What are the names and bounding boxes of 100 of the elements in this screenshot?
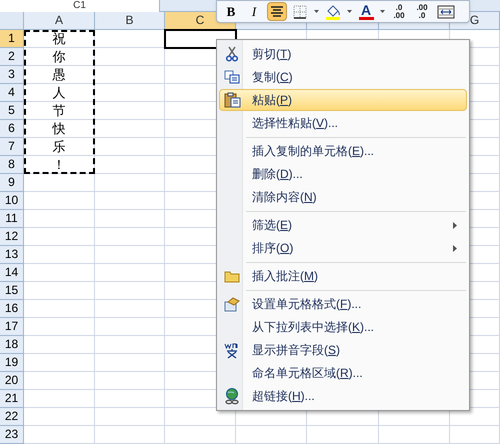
name-box[interactable]: C1 — [0, 0, 160, 12]
row-header[interactable]: 9 — [0, 174, 24, 192]
menu-item[interactable]: 粘贴(P) — [219, 89, 467, 111]
row-header[interactable]: 3 — [0, 66, 24, 84]
menu-item[interactable]: 显示拼音字段(S) — [219, 339, 467, 361]
table-cell[interactable]: 人 — [24, 84, 95, 102]
grid-cell[interactable] — [24, 426, 95, 444]
table-cell[interactable]: 愚 — [24, 66, 95, 84]
row-header[interactable]: 4 — [0, 84, 24, 102]
column-header[interactable]: B — [95, 12, 165, 30]
menu-item[interactable]: 排序(O) — [219, 237, 467, 259]
menu-item[interactable]: 筛选(E) — [219, 209, 467, 236]
table-cell[interactable]: 祝 — [24, 30, 95, 48]
color-bar — [358, 16, 374, 20]
table-cell[interactable]: 快 — [24, 120, 95, 138]
row-header[interactable]: 20 — [0, 372, 24, 390]
grid-cell[interactable] — [165, 426, 236, 444]
menu-item[interactable]: 超链接(H)... — [219, 385, 467, 407]
grid-cell[interactable] — [95, 300, 165, 318]
menu-item[interactable]: 剪切(T) — [219, 43, 467, 65]
menu-item[interactable]: 命名单元格区域(R)... — [219, 362, 467, 384]
grid-cell[interactable] — [450, 426, 500, 444]
decrease-decimal-button[interactable]: .00 .0 — [412, 2, 432, 21]
menu-item[interactable]: 删除(D)... — [219, 163, 467, 185]
row-header[interactable]: 6 — [0, 120, 24, 138]
grid-cell[interactable] — [95, 102, 165, 120]
grid-cell[interactable] — [95, 246, 165, 264]
grid-cell[interactable] — [95, 336, 165, 354]
increase-decimal-button[interactable]: .0 .00 — [389, 2, 409, 21]
row-header[interactable]: 23 — [0, 426, 24, 444]
font-color-button[interactable]: A — [356, 2, 376, 21]
menu-item[interactable]: 复制(C) — [219, 66, 467, 88]
table-cell[interactable]: ！ — [24, 156, 95, 174]
active-cell[interactable] — [165, 30, 236, 48]
table-cell[interactable]: 乐 — [24, 138, 95, 156]
grid-cell[interactable] — [95, 210, 165, 228]
menu-item[interactable]: 从下拉列表中选择(K)... — [219, 316, 467, 338]
grid-cell[interactable] — [95, 282, 165, 300]
grid-cell[interactable] — [95, 156, 165, 174]
row-header[interactable]: 10 — [0, 192, 24, 210]
grid-cell[interactable] — [95, 228, 165, 246]
grid-cell[interactable] — [24, 318, 95, 336]
select-all-corner[interactable] — [0, 12, 24, 30]
grid-cell[interactable] — [95, 138, 165, 156]
grid-cell[interactable] — [95, 354, 165, 372]
grid-cell[interactable] — [24, 282, 95, 300]
grid-cell[interactable] — [95, 426, 165, 444]
row-header[interactable]: 16 — [0, 300, 24, 318]
row-header[interactable]: 11 — [0, 210, 24, 228]
grid-cell[interactable] — [95, 84, 165, 102]
grid-cell[interactable] — [95, 408, 165, 426]
italic-button[interactable]: I — [244, 2, 264, 21]
row-header[interactable]: 21 — [0, 390, 24, 408]
row-header[interactable]: 12 — [0, 228, 24, 246]
grid-cell[interactable] — [24, 408, 95, 426]
row-header[interactable]: 5 — [0, 102, 24, 120]
row-header[interactable]: 18 — [0, 336, 24, 354]
menu-item[interactable]: 插入复制的单元格(E)... — [219, 135, 467, 162]
grid-cell[interactable] — [24, 264, 95, 282]
grid-cell[interactable] — [24, 228, 95, 246]
menu-item[interactable]: 插入批注(M) — [219, 260, 467, 287]
grid-cell[interactable] — [95, 192, 165, 210]
grid-cell[interactable] — [24, 210, 95, 228]
grid-cell[interactable] — [24, 192, 95, 210]
row-header[interactable]: 15 — [0, 282, 24, 300]
align-center-button[interactable] — [267, 2, 287, 21]
row-header[interactable]: 22 — [0, 408, 24, 426]
grid-cell[interactable] — [24, 390, 95, 408]
grid-cell[interactable] — [95, 264, 165, 282]
row-header[interactable]: 14 — [0, 264, 24, 282]
table-cell[interactable]: 节 — [24, 102, 95, 120]
grid-cell[interactable] — [95, 372, 165, 390]
grid-cell[interactable] — [236, 426, 307, 444]
grid-cell[interactable] — [307, 426, 379, 444]
grid-cell[interactable] — [95, 66, 165, 84]
row-header[interactable]: 7 — [0, 138, 24, 156]
grid-cell[interactable] — [379, 426, 450, 444]
paint-bucket-icon — [325, 4, 341, 20]
row-header[interactable]: 19 — [0, 354, 24, 372]
grid-cell[interactable] — [95, 174, 165, 192]
grid-cell[interactable] — [95, 120, 165, 138]
row-header[interactable]: 17 — [0, 318, 24, 336]
table-cell[interactable]: 你 — [24, 48, 95, 66]
row-header[interactable]: 2 — [0, 48, 24, 66]
grid-cell[interactable] — [24, 354, 95, 372]
grid-cell[interactable] — [95, 318, 165, 336]
menu-item[interactable]: 设置单元格格式(F)... — [219, 288, 467, 315]
column-header[interactable]: A — [24, 12, 95, 30]
grid-cell[interactable] — [24, 174, 95, 192]
row-header[interactable]: 8 — [0, 156, 24, 174]
row-header[interactable]: 1 — [0, 30, 24, 48]
grid-cell[interactable] — [24, 336, 95, 354]
grid-cell[interactable] — [24, 372, 95, 390]
row-header[interactable]: 13 — [0, 246, 24, 264]
grid-cell[interactable] — [95, 48, 165, 66]
grid-cell[interactable] — [24, 246, 95, 264]
menu-item[interactable]: 清除内容(N) — [219, 186, 467, 208]
menu-item[interactable]: 选择性粘贴(V)... — [219, 112, 467, 134]
grid-cell[interactable] — [95, 390, 165, 408]
grid-cell[interactable] — [24, 300, 95, 318]
